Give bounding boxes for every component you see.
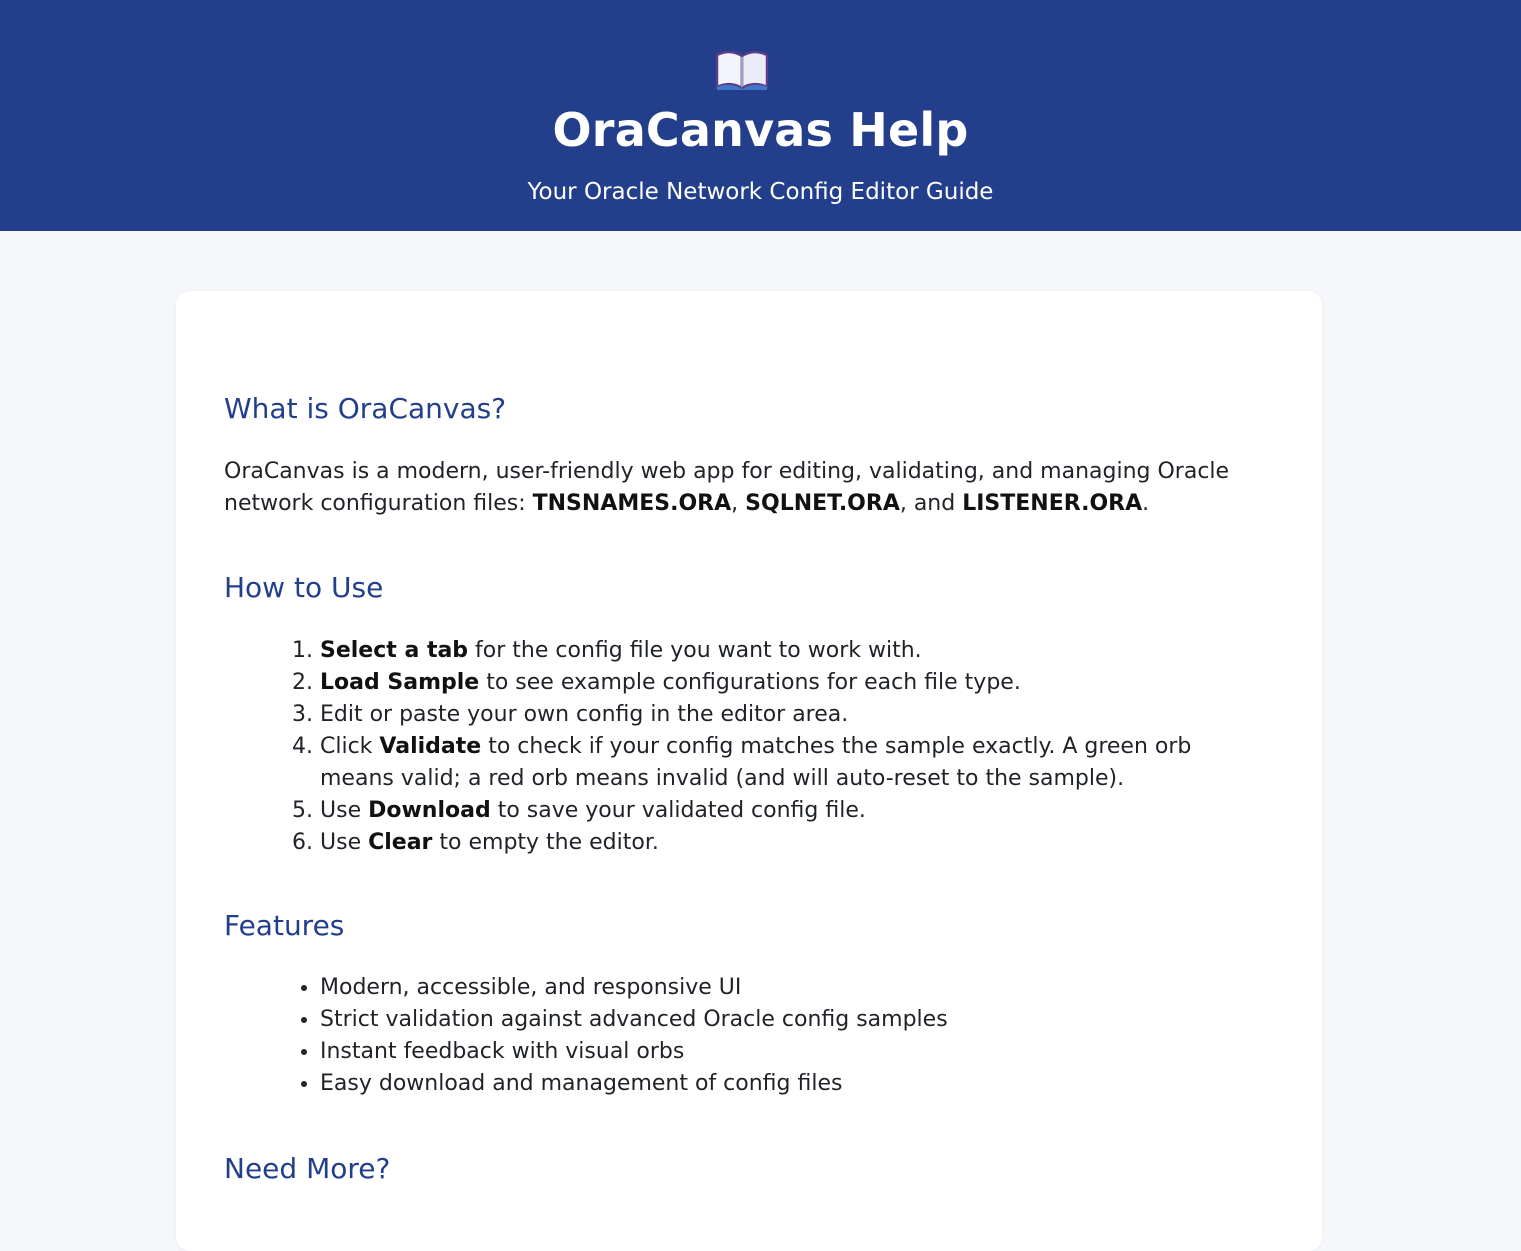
- step-item: Use Clear to empty the editor.: [320, 827, 1250, 859]
- intro-period: .: [1142, 491, 1150, 516]
- step-text: Use: [320, 830, 369, 855]
- feature-item: Strict validation against advanced Oracl…: [320, 1004, 1250, 1036]
- how-to-steps: Select a tab for the config file you wan…: [320, 635, 1250, 859]
- file-name-sqlnet: SQLNET.ORA: [745, 491, 900, 516]
- step-item: Edit or paste your own config in the edi…: [320, 699, 1250, 731]
- step-item: Click Validate to check if your config m…: [320, 731, 1250, 795]
- feature-item: Modern, accessible, and responsive UI: [320, 972, 1250, 1004]
- feature-item: Instant feedback with visual orbs: [320, 1036, 1250, 1068]
- file-name-tnsnames: TNSNAMES.ORA: [532, 491, 732, 516]
- section-title-features: Features: [224, 909, 345, 942]
- step-action: Download: [368, 798, 491, 823]
- feature-item: Easy download and management of config f…: [320, 1068, 1250, 1100]
- step-text: to see example configurations for each f…: [479, 670, 1021, 695]
- file-name-listener: LISTENER.ORA: [962, 491, 1143, 516]
- step-text: Edit or paste your own config in the edi…: [320, 702, 849, 727]
- step-action: Select a tab: [320, 638, 469, 663]
- step-text: Click: [320, 734, 380, 759]
- section-title-how-to-use: How to Use: [224, 571, 384, 604]
- page-subtitle: Your Oracle Network Config Editor Guide: [527, 179, 994, 205]
- step-action: Clear: [368, 830, 433, 855]
- step-action: Validate: [379, 734, 482, 759]
- section-title-what-is: What is OraCanvas?: [224, 392, 507, 425]
- step-item: Load Sample to see example configuration…: [320, 667, 1250, 699]
- step-text: to save your validated config file.: [490, 798, 866, 823]
- help-card: What is OraCanvas? OraCanvas is a modern…: [176, 291, 1322, 1251]
- step-text: Use: [320, 798, 369, 823]
- intro-separator: ,: [731, 491, 746, 516]
- step-item: Select a tab for the config file you wan…: [320, 635, 1250, 667]
- intro-separator: , and: [899, 491, 963, 516]
- step-text: to empty the editor.: [432, 830, 659, 855]
- page-title: OraCanvas Help: [552, 103, 969, 157]
- section-title-need-more: Need More?: [224, 1152, 391, 1185]
- step-item: Use Download to save your validated conf…: [320, 795, 1250, 827]
- help-header: OraCanvas Help Your Oracle Network Confi…: [0, 0, 1521, 231]
- step-action: Load Sample: [320, 670, 480, 695]
- features-list: Modern, accessible, and responsive UI St…: [320, 972, 1250, 1100]
- step-text: for the config file you want to work wit…: [468, 638, 922, 663]
- open-book-icon: [715, 50, 769, 91]
- intro-paragraph: OraCanvas is a modern, user-friendly web…: [224, 456, 1234, 520]
